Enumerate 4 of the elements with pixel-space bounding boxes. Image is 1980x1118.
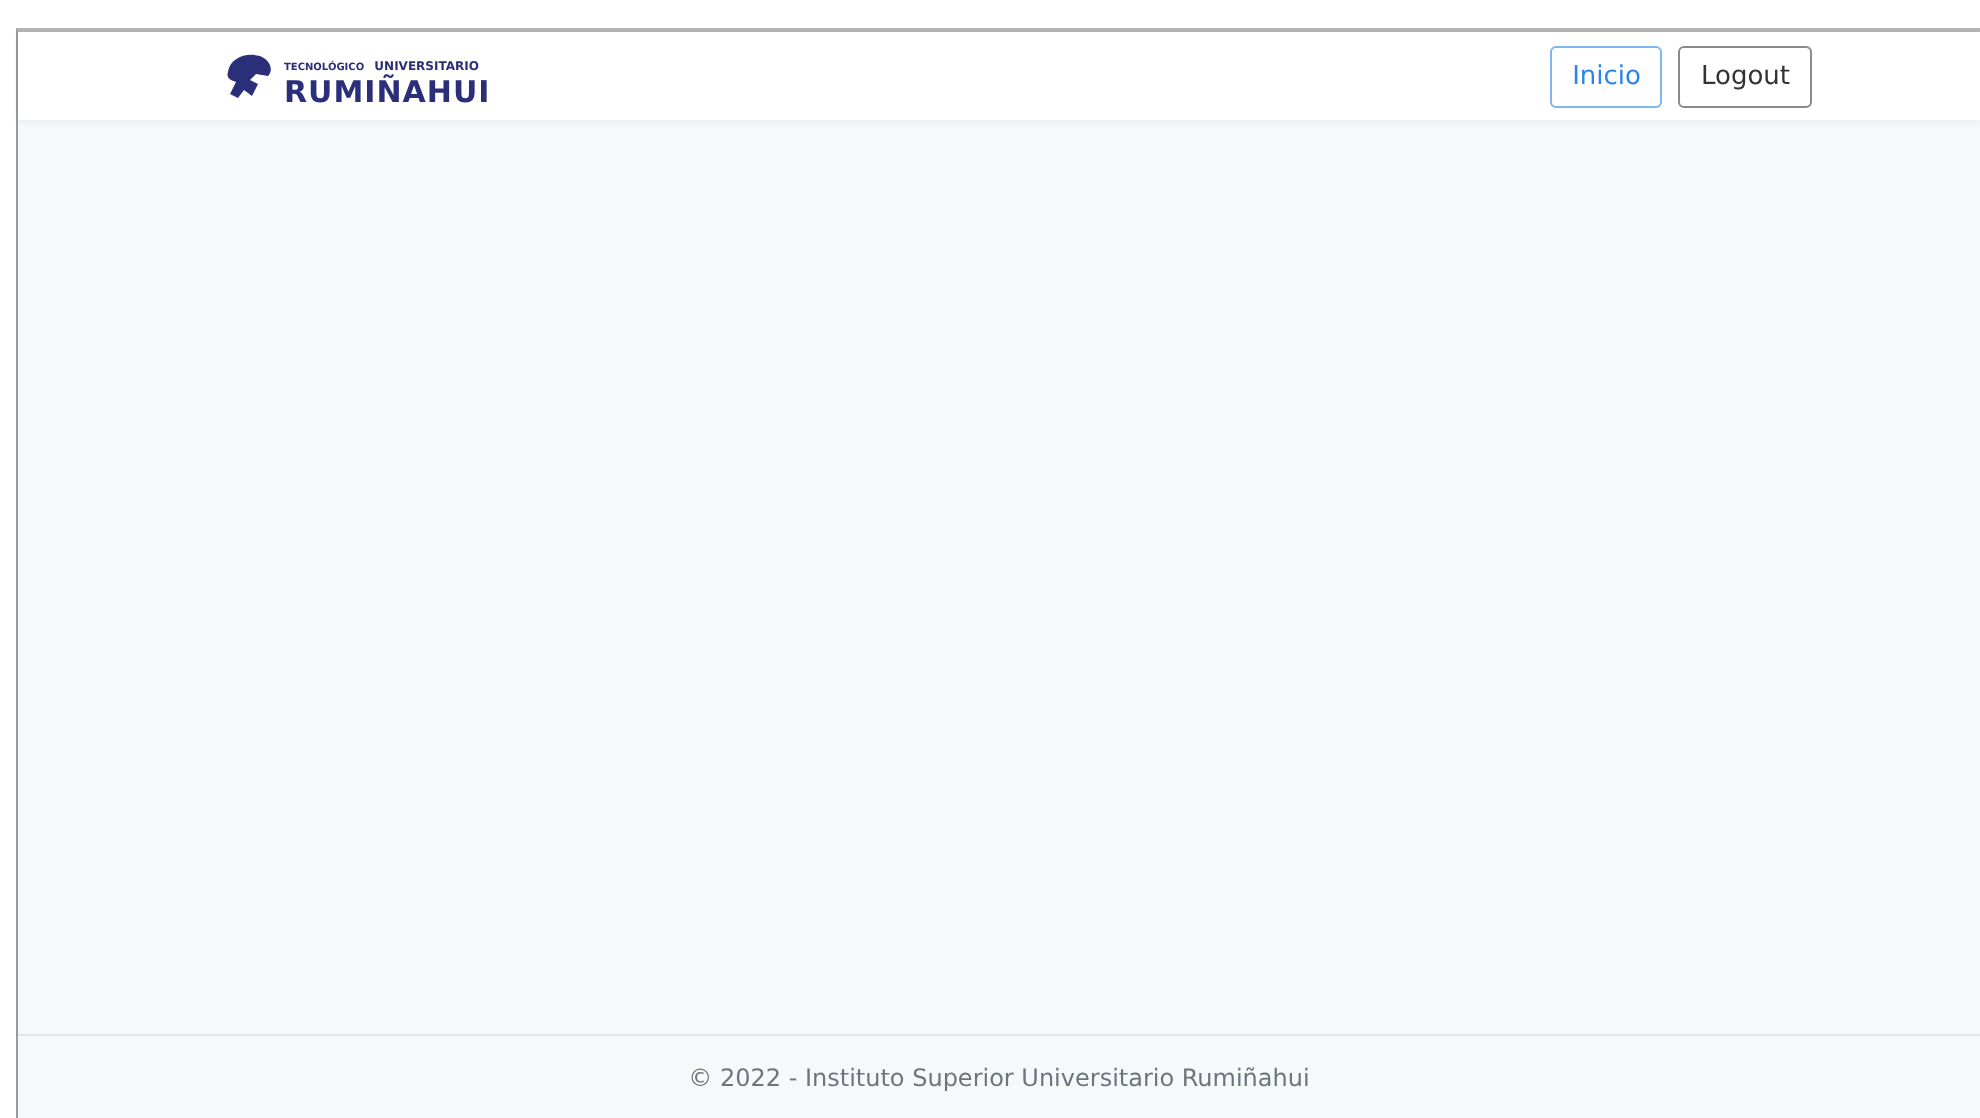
footer-text: © 2022 - Instituto Superior Universitario Rumiñahui	[688, 1063, 1310, 1091]
logout-button[interactable]: Logout	[1678, 45, 1812, 107]
logo-name: RUMIÑAHUI	[284, 78, 491, 108]
home-button[interactable]: Inicio	[1550, 45, 1663, 107]
